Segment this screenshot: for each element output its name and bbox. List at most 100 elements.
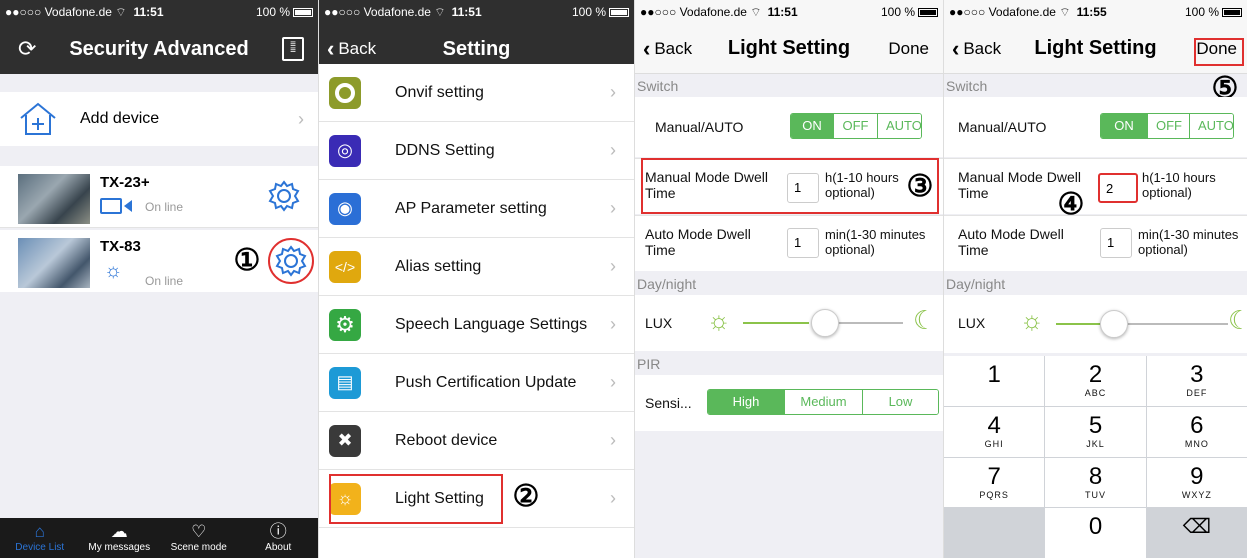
segment-off[interactable]: OFF [1147, 114, 1189, 138]
segment-auto[interactable]: AUTO [1189, 114, 1233, 138]
sensitivity-row: Sensi... High Medium Low [635, 375, 943, 431]
gear-icon[interactable] [268, 180, 300, 212]
segment-high[interactable]: High [708, 390, 784, 414]
segment-on[interactable]: ON [1101, 114, 1147, 138]
tab-about[interactable]: ⓘ About [239, 518, 319, 558]
segment-auto[interactable]: AUTO [877, 114, 921, 138]
menu-item-ap-parameter[interactable]: ◉ AP Parameter setting › [319, 180, 634, 238]
mode-segmented-control: ON OFF AUTO [790, 113, 922, 139]
key-2[interactable]: 2 ABC [1045, 356, 1146, 406]
reboot-icon: ✖ [329, 424, 361, 457]
key-7[interactable]: 7 PQRS [944, 457, 1045, 508]
manual-dwell-input[interactable]: 2 [1098, 173, 1138, 203]
auto-dwell-label: Auto Mode Dwell Time [645, 226, 751, 258]
step-marker: ① [233, 244, 261, 277]
lux-label: LUX [645, 315, 673, 331]
manual-auto-row: Manual/AUTO ON OFF AUTO [944, 97, 1247, 157]
chevron-right-icon: › [610, 140, 616, 160]
key-1[interactable]: 1 [944, 356, 1045, 406]
gear-icon[interactable] [275, 245, 307, 277]
lux-slider-fill [743, 322, 809, 324]
refresh-icon[interactable]: ⟳ [18, 36, 36, 62]
clock: 11:51 [133, 5, 164, 19]
screen-light-setting: ●●○○○ Vodafone.de ⌔ 11:51 100 % ‹ Back Li… [634, 0, 943, 558]
ap-icon: ◉ [329, 192, 361, 225]
menu-item-speech-language[interactable]: ⚙ Speech Language Settings › [319, 296, 634, 354]
chevron-right-icon: › [610, 198, 616, 218]
lux-slider-handle[interactable] [1100, 310, 1128, 338]
key-4[interactable]: 4 GHI [944, 406, 1045, 457]
chevron-right-icon: › [610, 256, 616, 276]
segment-low[interactable]: Low [862, 390, 938, 414]
device-status: On line [145, 274, 184, 288]
status-bar: ●●○○○ Vodafone.de ⌔ 11:51 100 % [319, 0, 634, 24]
manual-auto-row: Manual/AUTO ON OFF AUTO [635, 97, 943, 157]
navbar: ⟳ Security Advanced ≡ ≡ [0, 24, 318, 74]
auto-dwell-hint: min(1-30 minutes optional) [1138, 227, 1239, 257]
ddns-icon: ◎ [329, 134, 361, 167]
auto-dwell-input[interactable]: 1 [787, 228, 819, 258]
add-device-row[interactable]: Add device › [0, 92, 318, 146]
key-9[interactable]: 9 WXYZ [1146, 457, 1247, 508]
lux-row: LUX ☼ ☾ [944, 295, 1247, 353]
list-icon[interactable]: ≡ ≡ [282, 37, 304, 61]
menu-item-push-certification[interactable]: ▤ Push Certification Update › [319, 354, 634, 412]
battery-percent: 100 % [1184, 5, 1219, 19]
auto-dwell-input[interactable]: 1 [1100, 228, 1132, 258]
clock: 11:55 [1076, 5, 1107, 19]
camera-thumbnail [18, 174, 90, 224]
pir-segmented-control: High Medium Low [707, 389, 939, 415]
tab-my-messages[interactable]: ☁ My messages [80, 518, 160, 558]
chevron-left-icon: ‹ [643, 35, 651, 61]
back-button[interactable]: ‹ Back [643, 36, 692, 62]
key-6[interactable]: 6 MNO [1146, 406, 1247, 457]
lux-slider-handle[interactable] [811, 309, 839, 337]
menu-item-ddns[interactable]: ◎ DDNS Setting › [319, 122, 634, 180]
device-row[interactable]: TX-83 ☼ On line ① [0, 230, 318, 292]
key-8[interactable]: 8 TUV [1045, 457, 1146, 508]
chevron-right-icon: › [610, 488, 616, 508]
backspace-key[interactable]: ⌫ [1146, 508, 1247, 558]
navbar: ‹ Back Light Setting Done [635, 24, 943, 74]
manual-auto-label: Manual/AUTO [958, 119, 1047, 135]
carrier: ●●○○○ Vodafone.de ⌔ [640, 4, 762, 19]
cloud-icon: ☁ [110, 522, 128, 541]
tab-scene-mode[interactable]: ♡ Scene mode [159, 518, 239, 558]
chevron-left-icon: ‹ [952, 35, 960, 61]
section-pir: PIR [637, 356, 661, 372]
key-3[interactable]: 3 DEF [1146, 356, 1247, 406]
menu-item-onvif[interactable]: Onvif setting › [319, 64, 634, 122]
status-bar: ●●○○○ Vodafone.de ⌔ 11:51 100 % [635, 0, 943, 24]
carrier: ●●○○○ Vodafone.de ⌔ [324, 4, 446, 19]
menu-item-reboot[interactable]: ✖ Reboot device › [319, 412, 634, 470]
screen-light-setting-editing: ●●○○○ Vodafone.de ⌔ 11:55 100 % ‹ Back Li… [943, 0, 1247, 558]
menu-item-alias[interactable]: </> Alias setting › [319, 238, 634, 296]
device-row[interactable]: TX-23+ On line [0, 166, 318, 228]
video-camera-lens-icon [124, 200, 132, 212]
back-button[interactable]: ‹ Back [952, 36, 1001, 62]
house-plus-icon [20, 102, 56, 135]
chevron-right-icon: › [610, 430, 616, 450]
lux-label: LUX [958, 315, 986, 331]
back-button[interactable]: ‹ Back [327, 36, 376, 62]
segment-off[interactable]: OFF [833, 114, 877, 138]
sensitivity-label: Sensi... [645, 395, 692, 411]
lightbulb-icon: ☼ [104, 260, 123, 282]
chevron-right-icon: › [298, 108, 304, 129]
section-day-night: Day/night [637, 276, 697, 292]
auto-dwell-row: Auto Mode Dwell Time 1 min(1-30 minutes … [944, 215, 1247, 271]
key-0[interactable]: 0 [1045, 508, 1146, 558]
tab-bar: ⌂ Device List ☁ My messages ♡ Scene mode ⓘ A… [0, 518, 318, 558]
battery-icon [918, 7, 938, 17]
tab-device-list[interactable]: ⌂ Device List [0, 518, 80, 558]
segment-on[interactable]: ON [791, 114, 833, 138]
ring-icon [329, 76, 361, 109]
status-bar: ●●○○○ Vodafone.de ⌔ 11:55 100 % [944, 0, 1247, 24]
key-5[interactable]: 5 JKL [1045, 406, 1146, 457]
mode-segmented-control: ON OFF AUTO [1100, 113, 1234, 139]
battery-icon [609, 7, 629, 17]
manual-dwell-row: Manual Mode Dwell Time 2 h(1-10 hours op… [944, 158, 1247, 214]
done-button[interactable]: Done [888, 39, 929, 59]
chevron-left-icon: ‹ [327, 36, 335, 61]
segment-medium[interactable]: Medium [784, 390, 862, 414]
